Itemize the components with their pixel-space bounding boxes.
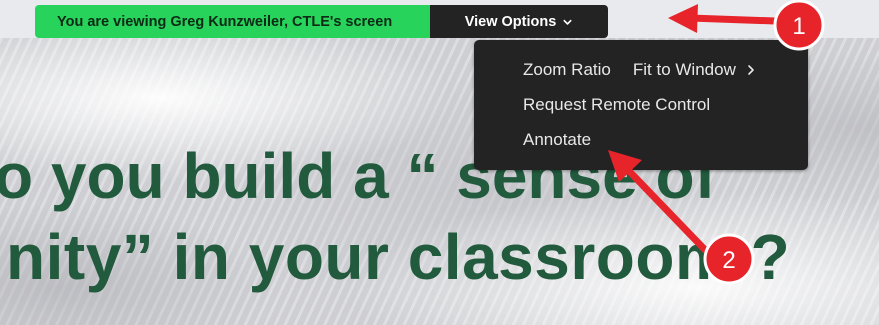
view-options-menu: Zoom Ratio Fit to Window Request Remote …	[474, 40, 808, 170]
view-options-label: View Options	[464, 13, 557, 30]
view-options-button[interactable]: View Options	[430, 5, 608, 38]
request-remote-control-label: Request Remote Control	[523, 95, 711, 114]
zoom-ratio-label: Zoom Ratio	[523, 60, 611, 79]
zoom-ratio-value: Fit to Window	[632, 60, 736, 79]
screen-share-banner: You are viewing Greg Kunzweiler, CTLE's …	[35, 5, 608, 38]
menu-item-zoom-ratio[interactable]: Zoom Ratio Fit to Window	[523, 57, 790, 83]
chevron-down-icon	[563, 19, 572, 25]
menu-item-annotate[interactable]: Annotate	[523, 127, 790, 153]
viewing-status-text: You are viewing Greg Kunzweiler, CTLE's …	[35, 5, 430, 38]
arrow-1	[668, 4, 779, 33]
callout-1-text: 1	[792, 13, 805, 40]
chevron-right-icon	[748, 65, 754, 75]
menu-item-request-remote-control[interactable]: Request Remote Control	[523, 92, 790, 118]
annotate-label: Annotate	[523, 130, 592, 149]
slide-text-line-2: nity” in your classroom ?	[6, 221, 791, 293]
